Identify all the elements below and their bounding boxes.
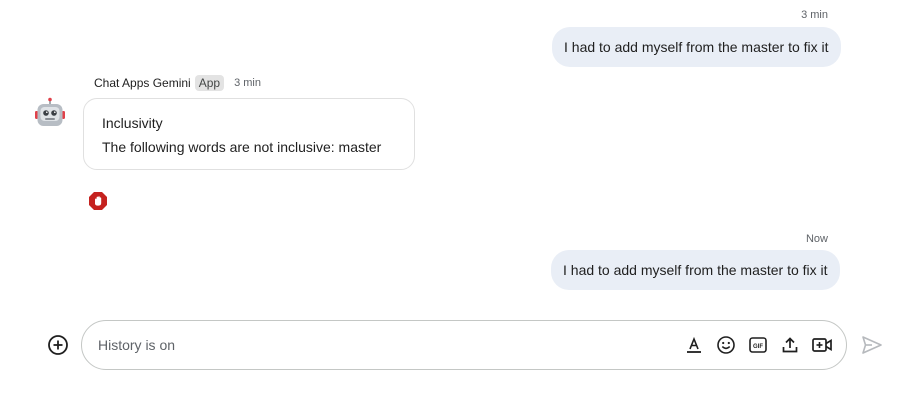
sender-header: Chat Apps Gemini App 3 min: [94, 74, 261, 92]
message-input[interactable]: [98, 321, 658, 369]
outgoing-message[interactable]: I had to add myself from the master to f…: [551, 250, 840, 290]
chat-view: 3 min I had to add myself from the maste…: [0, 0, 916, 404]
svg-text:GIF: GIF: [753, 344, 763, 350]
message-composer: GIF: [81, 320, 847, 370]
sender-name[interactable]: Chat Apps Gemini: [94, 76, 191, 90]
robot-avatar-icon[interactable]: [34, 97, 66, 129]
card-title: Inclusivity: [102, 115, 163, 131]
message-timestamp: 3 min: [234, 77, 261, 89]
emoji-icon[interactable]: [715, 334, 737, 356]
stop-hand-icon[interactable]: [88, 191, 108, 211]
video-icon[interactable]: [811, 334, 833, 356]
format-text-icon[interactable]: [683, 334, 705, 356]
inclusivity-card: Inclusivity The following words are not …: [83, 98, 415, 170]
send-icon[interactable]: [860, 334, 884, 356]
message-timestamp: Now: [805, 233, 828, 245]
gif-icon[interactable]: GIF: [747, 334, 769, 356]
message-timestamp: 3 min: [801, 9, 828, 21]
add-circle-icon[interactable]: [47, 334, 69, 356]
card-body: The following words are not inclusive: m…: [102, 139, 382, 155]
upload-icon[interactable]: [779, 334, 801, 356]
outgoing-message[interactable]: I had to add myself from the master to f…: [552, 27, 841, 67]
app-badge: App: [194, 75, 225, 91]
